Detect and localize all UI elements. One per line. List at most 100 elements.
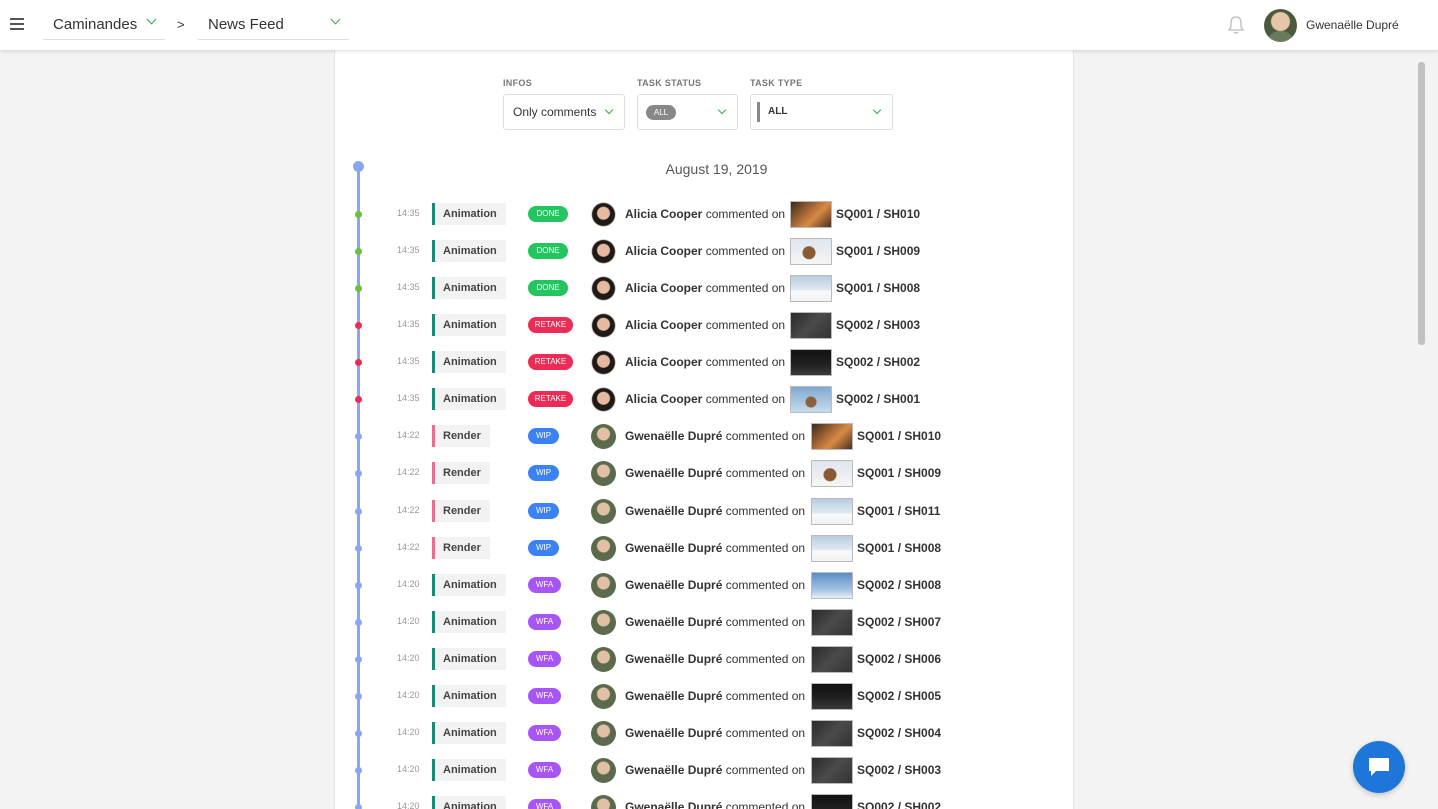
person-name[interactable]: Alicia Cooper: [625, 392, 702, 406]
scrollbar-thumb[interactable]: [1418, 62, 1425, 345]
shot-thumbnail[interactable]: [811, 646, 853, 673]
entry-text: Gwenaëlle Dupré commented on: [625, 504, 805, 518]
shot-link[interactable]: SQ001 / SH010: [836, 207, 920, 221]
shot-thumbnail[interactable]: [790, 238, 832, 265]
shot-link[interactable]: SQ001 / SH008: [836, 281, 920, 295]
task-status-badge: WIP: [528, 465, 559, 481]
shot-thumbnail[interactable]: [811, 572, 853, 599]
person-name[interactable]: Gwenaëlle Dupré: [625, 615, 722, 629]
person-avatar[interactable]: [591, 573, 616, 598]
shot-thumbnail[interactable]: [790, 275, 832, 302]
person-avatar[interactable]: [591, 721, 616, 746]
shot-link[interactable]: SQ002 / SH002: [857, 800, 941, 809]
person-name[interactable]: Gwenaëlle Dupré: [625, 504, 722, 518]
person-avatar[interactable]: [591, 499, 616, 524]
shot-thumbnail[interactable]: [811, 794, 853, 809]
shot-link[interactable]: SQ001 / SH011: [857, 504, 940, 518]
task-status-badge: DONE: [528, 280, 568, 296]
infos-select[interactable]: Only comments: [503, 94, 625, 130]
person-avatar[interactable]: [591, 424, 616, 449]
shot-thumbnail[interactable]: [811, 609, 853, 636]
shot-thumbnail[interactable]: [811, 498, 853, 525]
shot-thumbnail[interactable]: [811, 757, 853, 784]
shot-link[interactable]: SQ002 / SH004: [857, 726, 941, 740]
person-avatar[interactable]: [591, 276, 616, 301]
person-name[interactable]: Alicia Cooper: [625, 207, 702, 221]
person-avatar[interactable]: [591, 610, 616, 635]
timeline-dot: [355, 508, 362, 515]
person-name[interactable]: Alicia Cooper: [625, 281, 702, 295]
task-type-select[interactable]: ALL: [750, 94, 893, 130]
timeline-dot: [355, 248, 362, 255]
person-name[interactable]: Gwenaëlle Dupré: [625, 800, 722, 809]
shot-thumbnail[interactable]: [811, 720, 853, 747]
entry-time: 14:35: [397, 393, 420, 403]
person-name[interactable]: Gwenaëlle Dupré: [625, 652, 722, 666]
shot-link[interactable]: SQ002 / SH007: [857, 615, 941, 629]
shot-thumbnail[interactable]: [811, 683, 853, 710]
section-select[interactable]: News Feed: [198, 10, 349, 40]
chat-bubble-icon[interactable]: [1353, 741, 1405, 793]
production-select[interactable]: Caminandes: [43, 10, 165, 40]
shot-link[interactable]: SQ002 / SH001: [836, 392, 920, 406]
person-avatar[interactable]: [591, 758, 616, 783]
task-status-badge: RETAKE: [528, 391, 573, 407]
person-avatar[interactable]: [591, 313, 616, 338]
person-avatar[interactable]: [591, 461, 616, 486]
entry-text: Alicia Cooper commented on: [625, 392, 785, 406]
task-type-tag: Animation: [432, 685, 506, 707]
person-avatar[interactable]: [591, 239, 616, 264]
task-status-select[interactable]: ALL: [637, 94, 738, 130]
person-avatar[interactable]: [591, 202, 616, 227]
person-name[interactable]: Gwenaëlle Dupré: [625, 466, 722, 480]
shot-thumbnail[interactable]: [811, 535, 853, 562]
shot-link[interactable]: SQ002 / SH008: [857, 578, 941, 592]
user-name[interactable]: Gwenaëlle Dupré: [1306, 18, 1399, 32]
timeline-dot: [355, 322, 362, 329]
person-name[interactable]: Alicia Cooper: [625, 318, 702, 332]
entry-text: Gwenaëlle Dupré commented on: [625, 800, 805, 809]
shot-thumbnail[interactable]: [811, 460, 853, 487]
person-avatar[interactable]: [591, 684, 616, 709]
person-name[interactable]: Alicia Cooper: [625, 244, 702, 258]
shot-link[interactable]: SQ002 / SH003: [836, 318, 920, 332]
person-name[interactable]: Gwenaëlle Dupré: [625, 726, 722, 740]
shot-link[interactable]: SQ002 / SH006: [857, 652, 941, 666]
task-status-badge: WIP: [528, 428, 559, 444]
feed-entry: 14:35 Animation DONE Alicia Cooper commente…: [335, 237, 1075, 265]
person-avatar[interactable]: [591, 536, 616, 561]
infos-filter: INFOS Only comments: [503, 78, 625, 130]
entry-time: 14:20: [397, 801, 420, 809]
bell-icon[interactable]: [1226, 15, 1246, 35]
user-avatar[interactable]: [1264, 9, 1297, 42]
person-name[interactable]: Gwenaëlle Dupré: [625, 541, 722, 555]
shot-link[interactable]: SQ001 / SH010: [857, 429, 941, 443]
shot-link[interactable]: SQ001 / SH009: [857, 466, 941, 480]
hamburger-icon[interactable]: [10, 18, 24, 30]
task-type-tag: Animation: [432, 648, 506, 670]
person-name[interactable]: Alicia Cooper: [625, 355, 702, 369]
person-avatar[interactable]: [591, 350, 616, 375]
person-avatar[interactable]: [591, 795, 616, 809]
shot-thumbnail[interactable]: [811, 423, 853, 450]
shot-link[interactable]: SQ002 / SH003: [857, 763, 941, 777]
task-status-select-value: ALL: [646, 105, 676, 120]
person-name[interactable]: Gwenaëlle Dupré: [625, 578, 722, 592]
entry-time: 14:35: [397, 319, 420, 329]
entry-verb: commented on: [702, 207, 786, 221]
person-name[interactable]: Gwenaëlle Dupré: [625, 429, 722, 443]
shot-link[interactable]: SQ002 / SH002: [836, 355, 920, 369]
feed-entry: 14:20 Animation WFA Gwenaëlle Dupré comment…: [335, 793, 1075, 809]
shot-thumbnail[interactable]: [790, 386, 832, 413]
shot-thumbnail[interactable]: [790, 349, 832, 376]
person-name[interactable]: Gwenaëlle Dupré: [625, 763, 722, 777]
person-avatar[interactable]: [591, 647, 616, 672]
shot-thumbnail[interactable]: [790, 312, 832, 339]
shot-link[interactable]: SQ001 / SH009: [836, 244, 920, 258]
shot-link[interactable]: SQ001 / SH008: [857, 541, 941, 555]
shot-link[interactable]: SQ002 / SH005: [857, 689, 941, 703]
person-avatar[interactable]: [591, 387, 616, 412]
person-name[interactable]: Gwenaëlle Dupré: [625, 689, 722, 703]
shot-thumbnail[interactable]: [790, 201, 832, 228]
entry-verb: commented on: [722, 466, 806, 480]
